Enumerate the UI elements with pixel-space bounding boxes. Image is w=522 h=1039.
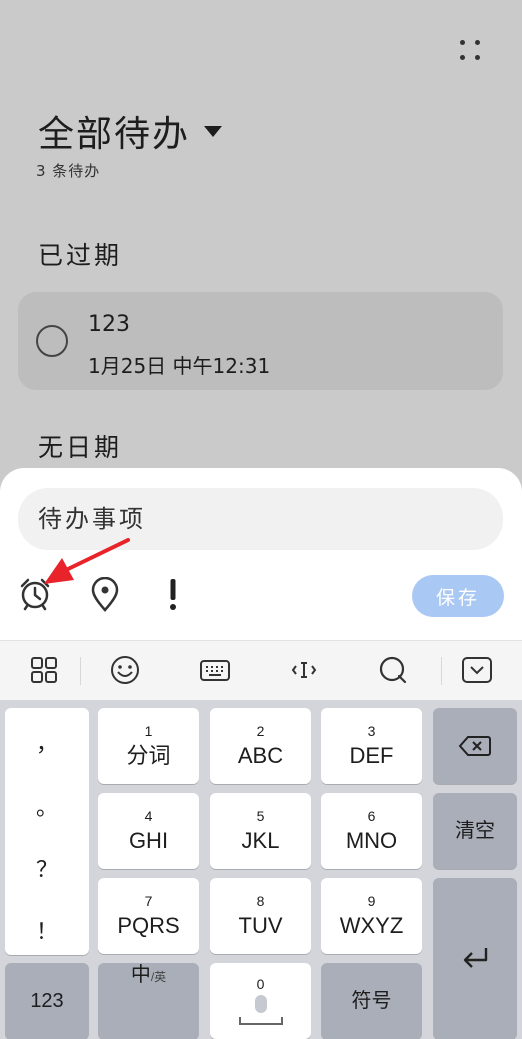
key-label: 清空 <box>455 820 495 842</box>
complete-checkbox[interactable] <box>36 325 68 357</box>
emoji-icon[interactable] <box>109 654 141 686</box>
language-switch-key[interactable]: 中 /英 <box>98 963 199 1039</box>
key-8[interactable]: 8 TUV <box>210 878 311 954</box>
key-label: PQRS <box>117 913 180 938</box>
enter-key[interactable] <box>433 878 517 1039</box>
key-number: 7 <box>144 893 153 909</box>
punctuation-column[interactable]: ， 。 ？ ！ <box>5 708 89 955</box>
key-4[interactable]: 4 GHI <box>98 793 199 869</box>
section-overdue-heading: 已过期 <box>38 241 123 270</box>
key-label: 中 <box>130 964 151 986</box>
key-label: DEF <box>349 743 394 768</box>
key-number: 2 <box>256 723 265 739</box>
key-1[interactable]: 1 分词 <box>98 708 199 784</box>
new-todo-sheet: 保存 <box>0 468 522 640</box>
punct-period-key[interactable]: 。 <box>5 790 89 822</box>
priority-icon[interactable] <box>163 577 183 611</box>
todo-count: 3 条待办 <box>36 162 101 180</box>
key-number: 6 <box>367 808 376 824</box>
todo-item-time: 1月25日 中午12:31 <box>88 354 271 378</box>
key-7[interactable]: 7 PQRS <box>98 878 199 954</box>
key-9[interactable]: 9 WXYZ <box>321 878 422 954</box>
page-title: 全部待办 <box>38 114 191 155</box>
key-label: 分词 <box>126 743 171 768</box>
key-number: 8 <box>256 893 265 909</box>
backspace-key[interactable] <box>433 708 517 784</box>
key-label: JKL <box>241 828 280 853</box>
microphone-icon <box>254 995 267 1013</box>
punct-comma-key[interactable]: ， <box>5 726 89 758</box>
key-sublabel: /英 <box>150 970 167 984</box>
key-number: 9 <box>367 893 376 909</box>
clear-key[interactable]: 清空 <box>433 793 517 869</box>
punct-question-key[interactable]: ？ <box>5 852 89 884</box>
symbols-key[interactable]: 符号 <box>321 963 422 1039</box>
search-icon[interactable] <box>377 654 409 686</box>
number-switch-key[interactable]: 123 <box>5 963 89 1039</box>
todo-item-card[interactable]: 123 1月25日 中午12:31 <box>18 292 503 390</box>
grid-icon[interactable] <box>28 654 60 686</box>
todo-item-title: 123 <box>88 312 130 337</box>
key-number: 3 <box>367 723 376 739</box>
key-label: MNO <box>345 828 398 853</box>
save-button[interactable]: 保存 <box>412 575 504 617</box>
key-number: 1 <box>144 723 153 739</box>
alarm-icon[interactable] <box>18 577 52 611</box>
key-label: TUV <box>238 913 283 938</box>
location-pin-icon[interactable] <box>88 577 122 613</box>
todo-list-background: 全部待办 3 条待办 已过期 123 1月25日 中午12:31 无日期 <box>0 0 522 500</box>
list-filter-dropdown[interactable]: 全部待办 <box>38 105 223 157</box>
key-3[interactable]: 3 DEF <box>321 708 422 784</box>
collapse-keyboard-icon[interactable] <box>461 654 493 686</box>
toolbar-divider <box>80 657 81 685</box>
dropdown-caret-icon <box>204 125 223 137</box>
space-key[interactable]: 0 <box>210 963 311 1039</box>
key-label: ABC <box>237 743 284 768</box>
more-options-icon[interactable] <box>458 38 482 62</box>
toolbar-divider <box>441 657 442 685</box>
backspace-icon <box>458 736 491 756</box>
key-number: 5 <box>256 808 265 824</box>
punct-exclamation-key[interactable]: ！ <box>5 914 89 946</box>
key-label: 符号 <box>351 990 392 1012</box>
cursor-move-icon[interactable] <box>288 654 320 686</box>
key-number: 4 <box>144 808 153 824</box>
key-label: 123 <box>30 990 64 1012</box>
key-label: WXYZ <box>339 913 404 938</box>
key-5[interactable]: 5 JKL <box>210 793 311 869</box>
key-number: 0 <box>256 976 265 992</box>
keyboard-toolbar <box>0 640 522 700</box>
keyboard-icon[interactable] <box>199 654 231 686</box>
key-label: GHI <box>128 828 169 853</box>
key-6[interactable]: 6 MNO <box>321 793 422 869</box>
t9-keyboard: ， 。 ？ ！ 1 分词 2 ABC 3 DEF 4 GHI 5 JKL 6 M… <box>0 700 522 1039</box>
enter-icon <box>463 947 488 968</box>
key-2[interactable]: 2 ABC <box>210 708 311 784</box>
space-icon <box>238 1017 283 1025</box>
todo-input[interactable] <box>18 488 503 550</box>
section-no-date-heading: 无日期 <box>38 433 123 462</box>
